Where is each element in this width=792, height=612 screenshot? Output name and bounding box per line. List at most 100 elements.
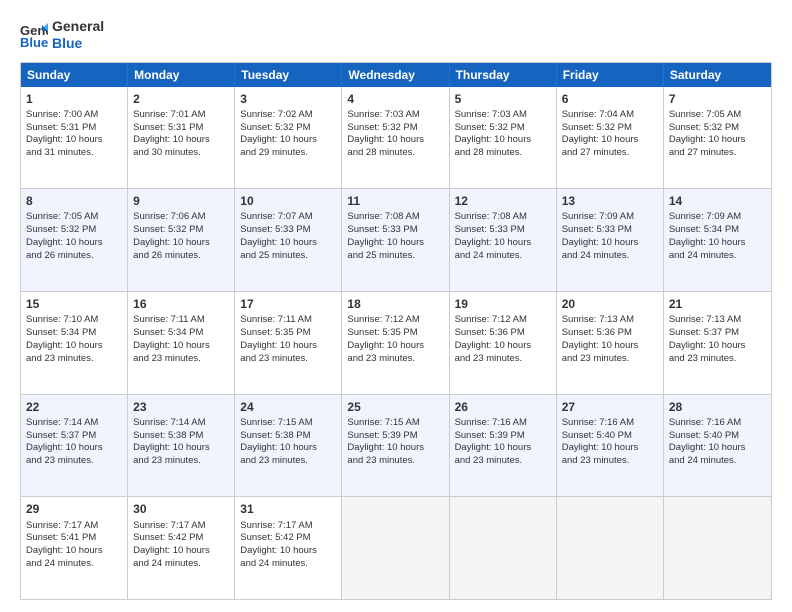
day-info: Daylight: 10 hours <box>133 545 229 558</box>
day-info: Sunrise: 7:16 AM <box>455 417 551 430</box>
day-info: Daylight: 10 hours <box>562 442 658 455</box>
day-info: Daylight: 10 hours <box>133 442 229 455</box>
day-cell-11: 11Sunrise: 7:08 AMSunset: 5:33 PMDayligh… <box>342 189 449 291</box>
day-number: 7 <box>669 91 766 107</box>
day-info: Sunrise: 7:11 AM <box>240 314 336 327</box>
day-info: and 23 minutes. <box>240 455 336 468</box>
day-info: and 24 minutes. <box>133 558 229 571</box>
day-info: and 24 minutes. <box>240 558 336 571</box>
day-number: 28 <box>669 399 766 415</box>
day-info: Sunrise: 7:13 AM <box>669 314 766 327</box>
day-info: and 23 minutes. <box>455 353 551 366</box>
day-info: Sunrise: 7:17 AM <box>133 520 229 533</box>
day-info: Daylight: 10 hours <box>26 134 122 147</box>
day-cell-7: 7Sunrise: 7:05 AMSunset: 5:32 PMDaylight… <box>664 87 771 189</box>
day-cell-2: 2Sunrise: 7:01 AMSunset: 5:31 PMDaylight… <box>128 87 235 189</box>
day-info: Daylight: 10 hours <box>240 340 336 353</box>
day-cell-28: 28Sunrise: 7:16 AMSunset: 5:40 PMDayligh… <box>664 395 771 497</box>
day-number: 11 <box>347 193 443 209</box>
day-cell-12: 12Sunrise: 7:08 AMSunset: 5:33 PMDayligh… <box>450 189 557 291</box>
day-info: Sunset: 5:32 PM <box>562 122 658 135</box>
day-info: Daylight: 10 hours <box>347 442 443 455</box>
day-number: 26 <box>455 399 551 415</box>
day-info: Sunset: 5:38 PM <box>133 430 229 443</box>
day-number: 6 <box>562 91 658 107</box>
day-number: 14 <box>669 193 766 209</box>
day-info: Sunrise: 7:05 AM <box>669 109 766 122</box>
calendar-week-5: 29Sunrise: 7:17 AMSunset: 5:41 PMDayligh… <box>21 496 771 599</box>
day-info: and 27 minutes. <box>562 147 658 160</box>
day-info: Daylight: 10 hours <box>240 134 336 147</box>
day-cell-13: 13Sunrise: 7:09 AMSunset: 5:33 PMDayligh… <box>557 189 664 291</box>
header: General Blue General Blue <box>20 18 772 52</box>
day-number: 22 <box>26 399 122 415</box>
day-info: Sunset: 5:36 PM <box>562 327 658 340</box>
day-cell-18: 18Sunrise: 7:12 AMSunset: 5:35 PMDayligh… <box>342 292 449 394</box>
day-info: Sunset: 5:37 PM <box>26 430 122 443</box>
day-info: Sunrise: 7:08 AM <box>347 211 443 224</box>
day-info: and 24 minutes. <box>669 455 766 468</box>
day-info: and 24 minutes. <box>455 250 551 263</box>
header-day-tuesday: Tuesday <box>235 63 342 87</box>
header-day-sunday: Sunday <box>21 63 128 87</box>
day-cell-27: 27Sunrise: 7:16 AMSunset: 5:40 PMDayligh… <box>557 395 664 497</box>
day-info: Sunset: 5:42 PM <box>240 532 336 545</box>
day-info: Sunset: 5:34 PM <box>26 327 122 340</box>
empty-cell <box>342 497 449 599</box>
calendar: SundayMondayTuesdayWednesdayThursdayFrid… <box>20 62 772 600</box>
day-info: Sunrise: 7:05 AM <box>26 211 122 224</box>
day-number: 17 <box>240 296 336 312</box>
day-info: Sunset: 5:33 PM <box>455 224 551 237</box>
page: General Blue General Blue SundayMondayTu… <box>0 0 792 612</box>
day-cell-3: 3Sunrise: 7:02 AMSunset: 5:32 PMDaylight… <box>235 87 342 189</box>
day-info: Sunset: 5:32 PM <box>26 224 122 237</box>
day-info: Daylight: 10 hours <box>347 340 443 353</box>
day-info: Sunrise: 7:10 AM <box>26 314 122 327</box>
day-cell-19: 19Sunrise: 7:12 AMSunset: 5:36 PMDayligh… <box>450 292 557 394</box>
day-number: 20 <box>562 296 658 312</box>
day-info: Daylight: 10 hours <box>347 237 443 250</box>
day-number: 25 <box>347 399 443 415</box>
day-info: Sunset: 5:32 PM <box>347 122 443 135</box>
day-cell-6: 6Sunrise: 7:04 AMSunset: 5:32 PMDaylight… <box>557 87 664 189</box>
day-info: Sunset: 5:33 PM <box>562 224 658 237</box>
day-info: Sunrise: 7:17 AM <box>240 520 336 533</box>
day-info: Daylight: 10 hours <box>133 340 229 353</box>
day-number: 21 <box>669 296 766 312</box>
day-info: and 23 minutes. <box>455 455 551 468</box>
day-info: and 23 minutes. <box>133 455 229 468</box>
day-info: Sunrise: 7:03 AM <box>347 109 443 122</box>
day-info: Daylight: 10 hours <box>669 442 766 455</box>
day-info: and 23 minutes. <box>562 455 658 468</box>
day-info: Daylight: 10 hours <box>669 340 766 353</box>
calendar-body: 1Sunrise: 7:00 AMSunset: 5:31 PMDaylight… <box>21 87 771 599</box>
day-cell-16: 16Sunrise: 7:11 AMSunset: 5:34 PMDayligh… <box>128 292 235 394</box>
day-info: and 25 minutes. <box>347 250 443 263</box>
day-cell-8: 8Sunrise: 7:05 AMSunset: 5:32 PMDaylight… <box>21 189 128 291</box>
day-info: and 24 minutes. <box>562 250 658 263</box>
day-number: 9 <box>133 193 229 209</box>
svg-text:Blue: Blue <box>20 35 48 49</box>
day-cell-23: 23Sunrise: 7:14 AMSunset: 5:38 PMDayligh… <box>128 395 235 497</box>
day-info: and 30 minutes. <box>133 147 229 160</box>
day-info: Daylight: 10 hours <box>347 134 443 147</box>
day-info: Sunrise: 7:09 AM <box>562 211 658 224</box>
day-cell-14: 14Sunrise: 7:09 AMSunset: 5:34 PMDayligh… <box>664 189 771 291</box>
day-number: 24 <box>240 399 336 415</box>
day-info: Daylight: 10 hours <box>562 237 658 250</box>
day-info: Sunset: 5:32 PM <box>133 224 229 237</box>
day-number: 19 <box>455 296 551 312</box>
day-info: Sunset: 5:35 PM <box>240 327 336 340</box>
empty-cell <box>664 497 771 599</box>
day-info: and 26 minutes. <box>133 250 229 263</box>
day-cell-4: 4Sunrise: 7:03 AMSunset: 5:32 PMDaylight… <box>342 87 449 189</box>
logo-general: General <box>52 18 104 35</box>
day-number: 23 <box>133 399 229 415</box>
day-info: Daylight: 10 hours <box>562 134 658 147</box>
day-info: Daylight: 10 hours <box>455 340 551 353</box>
logo-blue: Blue <box>52 35 104 52</box>
day-number: 15 <box>26 296 122 312</box>
day-info: Sunrise: 7:14 AM <box>26 417 122 430</box>
header-day-saturday: Saturday <box>664 63 771 87</box>
day-info: Daylight: 10 hours <box>562 340 658 353</box>
